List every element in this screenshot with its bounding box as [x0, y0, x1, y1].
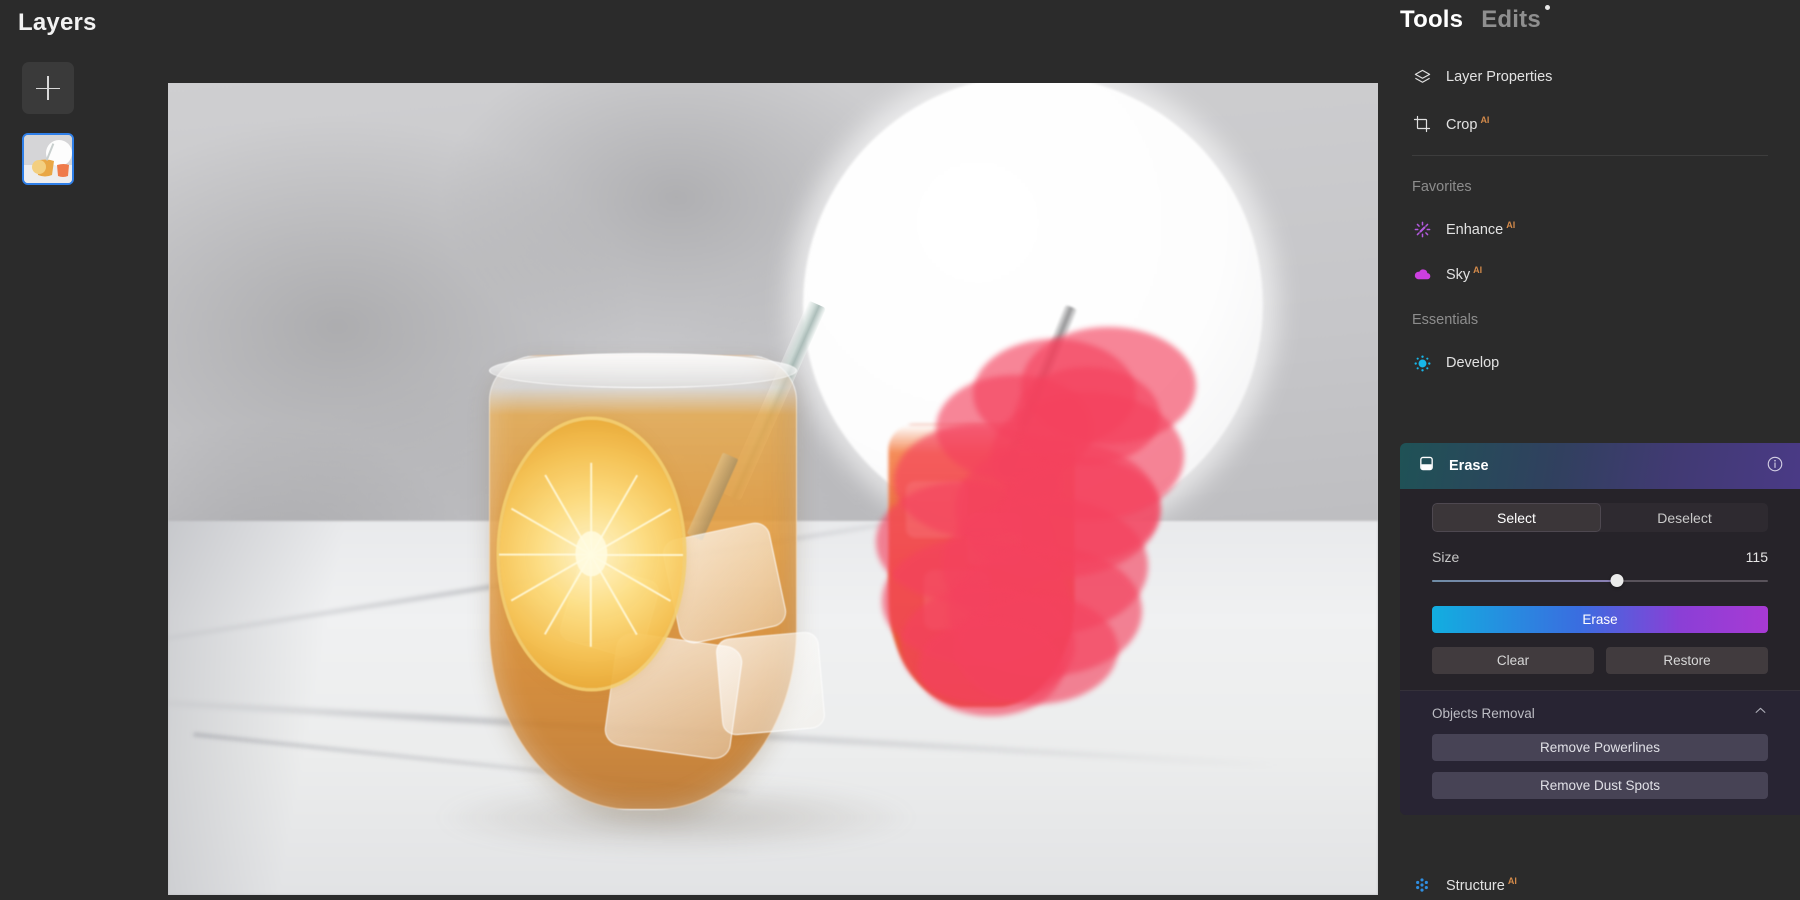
remove-powerlines-button[interactable]: Remove Powerlines — [1432, 734, 1768, 761]
tool-label: Crop AI — [1446, 115, 1490, 133]
lemon-slice — [499, 419, 684, 688]
ai-badge: AI — [1507, 876, 1517, 887]
image-canvas[interactable] — [168, 83, 1378, 895]
slider-thumb[interactable] — [1610, 574, 1624, 587]
erase-panel-header[interactable]: Erase — [1400, 443, 1800, 489]
tools-panel-tabs: Tools Edits — [1400, 5, 1550, 34]
objects-removal-title: Objects Removal — [1432, 705, 1535, 721]
edits-notification-dot — [1544, 5, 1550, 10]
background-glass-ice — [924, 570, 990, 631]
tab-edits-label: Edits — [1481, 6, 1541, 33]
tool-label: Layer Properties — [1446, 69, 1553, 85]
erase-tool-panel: Erase Select Deselect Size 115 Erase Cle… — [1400, 443, 1800, 815]
section-label-essentials: Essentials — [1412, 312, 1479, 328]
erase-mode-segmented-control: Select Deselect — [1432, 503, 1768, 532]
sparkle-icon — [1412, 219, 1432, 239]
layers-panel: Layers — [0, 0, 168, 900]
remove-dust-spots-button[interactable]: Remove Dust Spots — [1432, 772, 1768, 799]
aperture-sun-icon — [1412, 353, 1432, 373]
objects-removal-section: Objects Removal Remove Powerlines Remove… — [1400, 691, 1800, 815]
tool-item-develop[interactable]: Develop — [1378, 348, 1800, 378]
canvas-area — [168, 0, 1378, 900]
photo-editor-app: Layers Tools Edits Layer Properties Crop… — [0, 0, 1800, 900]
restore-button[interactable]: Restore — [1606, 647, 1768, 674]
dot-cluster-icon — [1412, 875, 1432, 895]
slider-fill — [1432, 580, 1617, 583]
tool-item-crop[interactable]: Crop AI — [1378, 109, 1800, 139]
plus-icon-bar — [47, 76, 49, 100]
tool-item-enhance[interactable]: Enhance AI — [1378, 214, 1800, 244]
tool-label: Develop — [1446, 355, 1500, 371]
objects-removal-header[interactable]: Objects Removal — [1432, 703, 1768, 723]
add-layer-button[interactable] — [22, 62, 74, 114]
eraser-icon — [1418, 455, 1435, 477]
erase-panel-body: Select Deselect Size 115 Erase Clear Res… — [1400, 489, 1800, 690]
ai-badge: AI — [1506, 220, 1516, 231]
tool-item-layer-properties[interactable]: Layer Properties — [1378, 62, 1800, 92]
brush-size-slider[interactable] — [1432, 574, 1768, 588]
tools-panel: Tools Edits Layer Properties Crop AI Fav… — [1378, 0, 1800, 900]
brush-size-label: Size — [1432, 549, 1460, 565]
tab-edits[interactable]: Edits — [1481, 5, 1550, 34]
layer-thumbnail-image — [24, 135, 72, 183]
background-glass-ice — [906, 480, 967, 538]
cloud-icon — [1412, 264, 1432, 284]
layer-thumbnail[interactable] — [22, 133, 74, 185]
brush-size-value: 115 — [1745, 549, 1768, 565]
erase-secondary-buttons: Clear Restore — [1432, 647, 1768, 674]
tool-item-sky[interactable]: Sky AI — [1378, 259, 1800, 289]
section-label-favorites: Favorites — [1412, 179, 1472, 195]
erase-mode-deselect[interactable]: Deselect — [1601, 503, 1768, 532]
erase-panel-title: Erase — [1449, 458, 1489, 474]
clear-button[interactable]: Clear — [1432, 647, 1594, 674]
erase-mode-select[interactable]: Select — [1432, 503, 1601, 532]
tool-label: Structure AI — [1446, 876, 1517, 894]
layers-panel-title: Layers — [18, 9, 97, 36]
layers-stack-icon — [1412, 67, 1432, 87]
ice-cube — [714, 630, 826, 737]
glass-rim — [488, 352, 798, 389]
tool-label: Sky AI — [1446, 265, 1483, 283]
tab-tools[interactable]: Tools — [1400, 6, 1463, 34]
background-glass — [887, 424, 1076, 709]
tool-label: Enhance AI — [1446, 220, 1516, 238]
section-divider — [1412, 155, 1768, 156]
ai-badge: AI — [1480, 115, 1490, 126]
background-glass-ice — [966, 513, 1023, 567]
ai-badge: AI — [1473, 265, 1483, 276]
chevron-up-icon[interactable] — [1753, 703, 1768, 723]
erase-apply-button[interactable]: Erase — [1432, 606, 1768, 633]
info-icon[interactable] — [1766, 455, 1784, 478]
crop-icon — [1412, 114, 1432, 134]
brush-size-row: Size 115 — [1432, 549, 1768, 565]
tool-item-structure[interactable]: Structure AI — [1378, 870, 1800, 900]
